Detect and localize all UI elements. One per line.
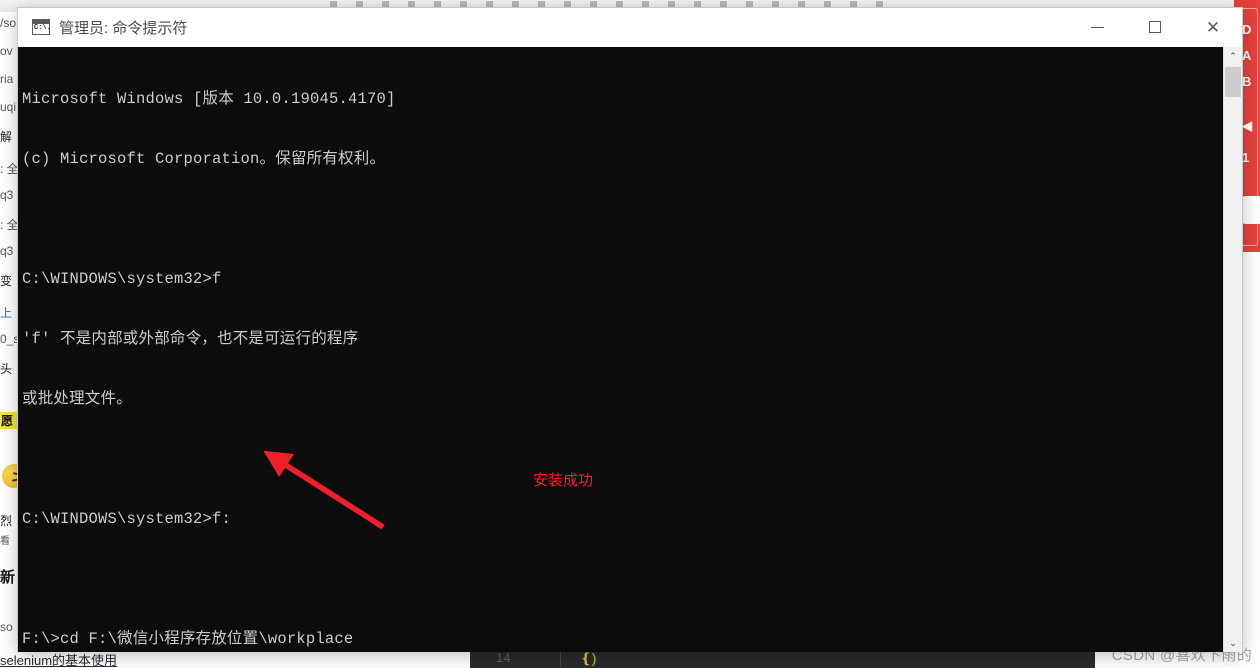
window-controls: ✕ bbox=[1068, 8, 1242, 46]
maximize-icon bbox=[1149, 21, 1161, 33]
minimize-icon bbox=[1090, 26, 1104, 28]
console-scrollbar[interactable]: ⌃ ⌄ bbox=[1223, 47, 1242, 652]
console-text: Microsoft Windows [版本 10.0.19045.4170] (… bbox=[22, 49, 1208, 652]
screen-root: /so ov ria uqi 解 : 全 q3 : 全 q3 变 上 0_s 头… bbox=[0, 0, 1260, 668]
red-panel-glyph: A bbox=[1242, 48, 1252, 63]
red-panel-glyph: ◀ bbox=[1242, 118, 1252, 133]
window-title: 管理员: 命令提示符 bbox=[59, 19, 188, 37]
minimize-button[interactable] bbox=[1068, 8, 1126, 46]
taskbar-counter: 14 bbox=[496, 650, 511, 665]
window-titlebar[interactable]: 管理员: 命令提示符 ✕ bbox=[18, 8, 1242, 47]
console-line: F:\>cd F:\微信小程序存放位置\workplace bbox=[22, 630, 354, 648]
background-toolbar-items bbox=[330, 1, 890, 8]
console-line: (c) Microsoft Corporation。保留所有权利。 bbox=[22, 150, 386, 168]
cmd-icon bbox=[32, 19, 51, 35]
console-line: 'f' 不是内部或外部命令，也不是可运行的程序 bbox=[22, 330, 359, 348]
red-panel-glyph: D bbox=[1242, 22, 1252, 37]
red-panel-button[interactable] bbox=[1240, 196, 1260, 224]
close-button[interactable]: ✕ bbox=[1184, 8, 1242, 46]
close-icon: ✕ bbox=[1205, 17, 1221, 37]
red-panel-glyph: 1 bbox=[1242, 150, 1250, 165]
background-article-link[interactable]: selenium的基本使用 bbox=[0, 650, 117, 668]
annotation-label: 安装成功 bbox=[533, 472, 594, 489]
maximize-button[interactable] bbox=[1126, 8, 1184, 46]
command-prompt-window: 管理员: 命令提示符 ✕ Microsoft Windows [版本 10.0.… bbox=[18, 8, 1242, 652]
console-output-area[interactable]: Microsoft Windows [版本 10.0.19045.4170] (… bbox=[18, 47, 1242, 652]
scrollbar-thumb[interactable] bbox=[1225, 67, 1241, 97]
console-line: Microsoft Windows [版本 10.0.19045.4170] bbox=[22, 90, 396, 108]
console-line: C:\WINDOWS\system32>f: bbox=[22, 510, 232, 528]
scroll-up-icon[interactable]: ⌃ bbox=[1224, 47, 1242, 65]
scroll-down-icon[interactable]: ⌄ bbox=[1224, 634, 1242, 652]
red-panel-glyph: B bbox=[1242, 74, 1252, 89]
console-line: 或批处理文件。 bbox=[22, 390, 132, 408]
console-line: C:\WINDOWS\system32>f bbox=[22, 270, 222, 288]
chrome-icon[interactable]: ❴) bbox=[580, 650, 596, 667]
